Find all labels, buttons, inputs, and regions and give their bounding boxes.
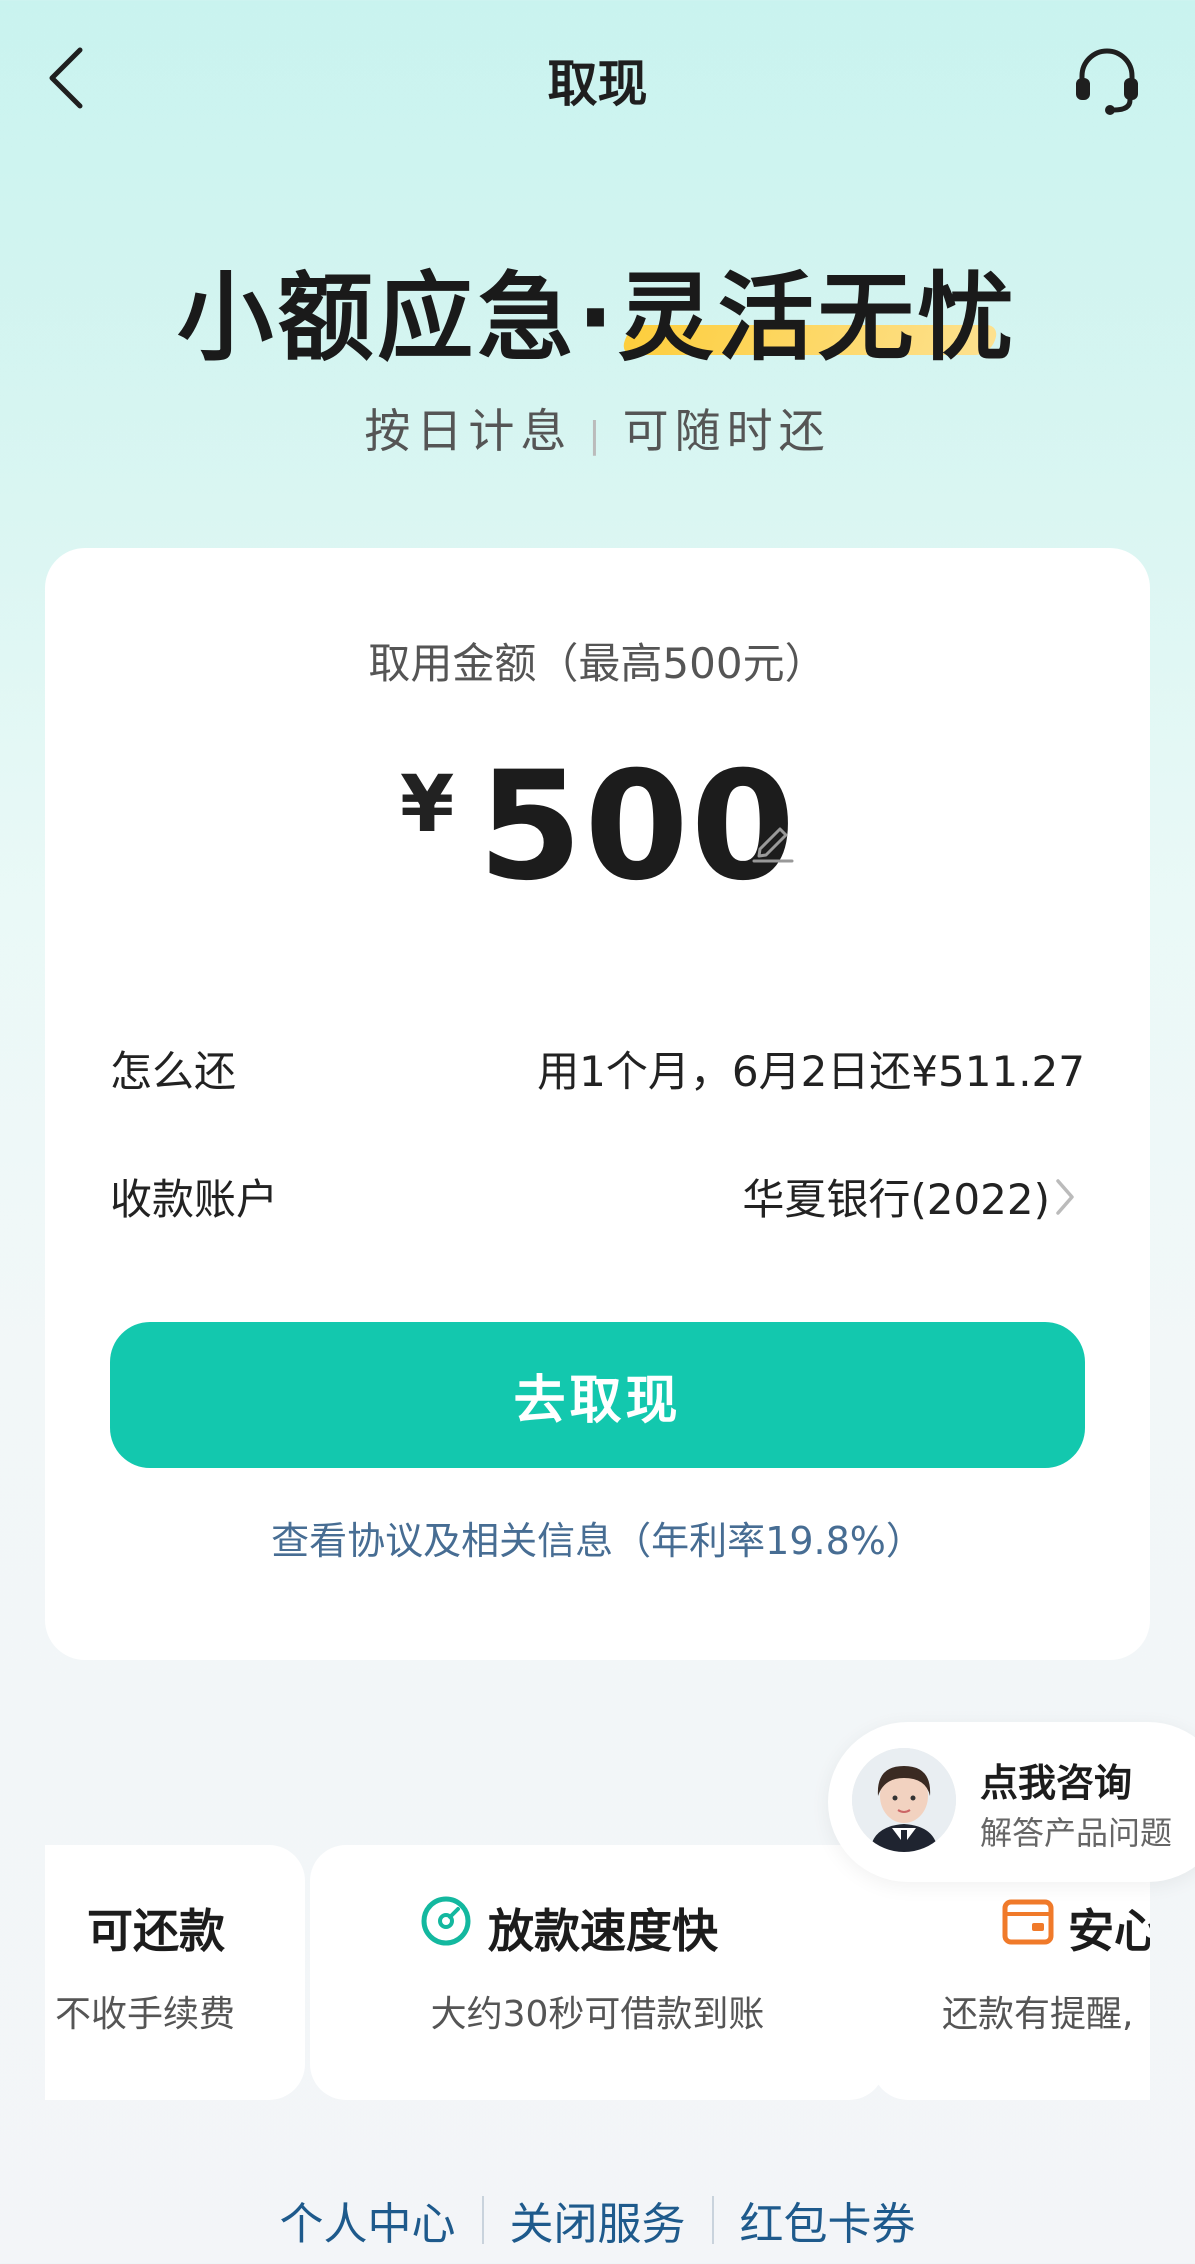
repay-value[interactable]: 用1个月，6月2日还¥511.27 — [537, 1038, 1085, 1099]
edit-icon[interactable] — [748, 815, 798, 865]
feature-subtitle: 还款有提醒, — [942, 1994, 1134, 2035]
feature-card: 安心 还款有提醒, — [872, 1845, 1150, 2100]
avatar[interactable] — [852, 1748, 956, 1852]
chevron-right-icon[interactable] — [1052, 1175, 1078, 1219]
hero-slogan: 小额应急·灵活无忧 — [177, 262, 1018, 374]
withdraw-card — [45, 548, 1150, 1660]
consult-title[interactable]: 点我咨询 — [980, 1752, 1132, 1807]
account-value[interactable]: 华夏银行(2022) — [742, 1166, 1050, 1227]
feature-subtitle: 大约30秒可借款到账 — [430, 1994, 765, 2035]
withdraw-button[interactable]: 去取现 — [110, 1322, 1085, 1468]
amount-label: 取用金额（最高500元） — [368, 639, 827, 688]
feature-title: 可还款 — [87, 1904, 225, 1958]
headset-icon[interactable] — [1070, 42, 1144, 116]
hero-subtitle: 按日计息 | 可随时还 — [0, 395, 1195, 461]
footer-divider — [481, 2196, 484, 2244]
wallet-icon — [1002, 1899, 1054, 1945]
page-title: 取现 — [547, 55, 648, 113]
hero-sub-separator: | — [588, 415, 607, 456]
footer-divider — [711, 2196, 714, 2244]
speed-gauge-icon — [420, 1895, 472, 1947]
hero-sub-left: 按日计息 — [364, 404, 573, 458]
feature-title: 放款速度快 — [488, 1904, 718, 1958]
feature-subtitle: 不收手续费 — [54, 1994, 235, 2035]
footer-links: 个人中心 关闭服务 红包卡券 — [0, 2188, 1195, 2252]
footer-link-personal-center[interactable]: 个人中心 — [280, 2188, 456, 2252]
currency-symbol: ¥ — [400, 760, 455, 850]
repay-label: 怎么还 — [110, 1047, 237, 1096]
feature-title: 安心 — [1068, 1904, 1150, 1958]
feature-strip[interactable]: 可还款 不收手续费 放款速度快 大约30秒可借款到账 安心 还款有提醒, — [45, 1845, 1150, 2105]
agreement-link[interactable]: 查看协议及相关信息（年利率19.8%） — [45, 1510, 1150, 1565]
footer-link-coupons[interactable]: 红包卡券 — [740, 2188, 916, 2252]
feature-card: 放款速度快 大约30秒可借款到账 — [310, 1845, 885, 2100]
consult-subtitle: 解答产品问题 — [980, 1814, 1173, 1852]
feature-card: 可还款 不收手续费 — [45, 1845, 305, 2100]
footer-link-close-service[interactable]: 关闭服务 — [510, 2188, 686, 2252]
hero-sub-right: 可随时还 — [622, 404, 831, 458]
account-label: 收款账户 — [110, 1175, 279, 1224]
